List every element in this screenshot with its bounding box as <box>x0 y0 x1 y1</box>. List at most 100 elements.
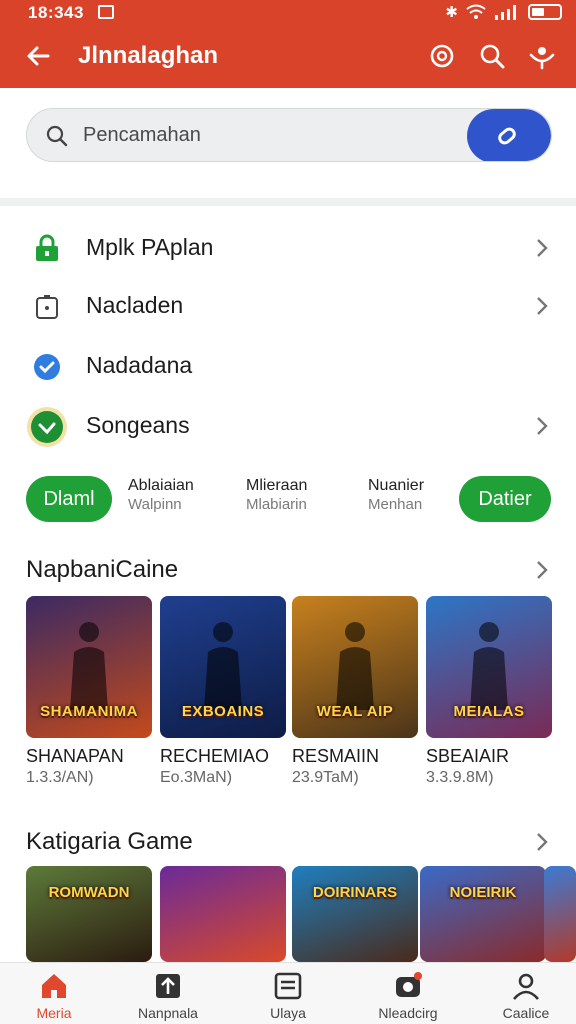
nav-item-upload[interactable]: Nanpnala <box>120 963 216 1024</box>
search-icon[interactable] <box>476 40 508 72</box>
filter-stat-1[interactable]: Ablaiaian Walpinn <box>128 476 194 514</box>
library-icon <box>274 972 302 1000</box>
bottom-navigation: Meria Nanpnala Ulaya Nleadcirg Caalice <box>0 962 576 1024</box>
page-title: Jlnnalaghan <box>78 42 219 69</box>
game-size: 1.3.3/AN) <box>26 769 94 786</box>
account-icon[interactable] <box>526 40 558 72</box>
filter-chip-left[interactable]: Dlaml <box>26 476 112 522</box>
upload-icon <box>156 974 180 998</box>
chevron-right-icon[interactable] <box>534 830 550 854</box>
game-size: 3.3.9.8M) <box>426 769 494 786</box>
stat-label: Mlieraan <box>246 477 308 494</box>
game-art-title: MEIALAS <box>453 703 525 720</box>
stat-sublabel: Menhan <box>368 496 423 513</box>
game-art-figure <box>470 622 508 710</box>
game-size: Eo.3MaN) <box>160 769 233 786</box>
menu-item-2[interactable]: Nacladen <box>0 278 576 334</box>
verified-icon <box>34 354 60 380</box>
notification-icon <box>98 5 114 19</box>
game-name: RESMAIIN <box>292 746 380 766</box>
game-card[interactable]: SHAMANIMA SHANAPAN 1.3.3/AN) <box>26 596 152 787</box>
nav-label: Ulaya <box>270 1005 306 1021</box>
game-thumbnail[interactable]: EXBOAINS <box>160 596 286 738</box>
section-title: Katigaria Game <box>26 828 193 855</box>
app-bar: Jlnnalaghan <box>0 26 576 88</box>
search-field-icon <box>46 125 68 147</box>
app-screen: 18:343 ✱ Jlnnalaghan Pencamahan Mplk PAp… <box>0 0 576 1024</box>
filter-chip-right[interactable]: Datier <box>459 476 551 522</box>
game-card[interactable]: MEIALAS SBEAIAIR 3.3.9.8M) <box>426 596 552 787</box>
game-card[interactable]: ROMWADN <box>26 866 152 962</box>
game-name: RECHEMIAO <box>160 746 270 766</box>
scan-icon[interactable] <box>426 40 458 72</box>
search-placeholder: Pencamahan <box>83 124 201 146</box>
game-name: SBEAIAIR <box>426 746 510 766</box>
nav-item-profile[interactable]: Caalice <box>478 963 574 1024</box>
nav-label: Caalice <box>502 1005 550 1021</box>
menu-item-label: Nadadana <box>86 352 193 378</box>
menu-item-label: Songeans <box>86 412 190 438</box>
game-thumbnail[interactable]: SHAMANIMA <box>26 596 152 738</box>
bluetooth-icon: ✱ <box>445 4 458 21</box>
game-name: SHANAPAN <box>26 746 124 766</box>
menu-item-1[interactable]: Mplk PAplan <box>0 220 576 276</box>
search-input[interactable]: Pencamahan <box>26 108 552 162</box>
game-card[interactable]: NOIEIRIK <box>420 866 546 962</box>
game-art-figure <box>204 622 242 710</box>
filter-chips: Dlaml Ablaiaian Walpinn Mlieraan Mlabiar… <box>0 472 576 528</box>
filter-stat-2[interactable]: Mlieraan Mlabiarin <box>246 476 307 514</box>
status-time: 18:343 <box>28 3 84 22</box>
profile-icon <box>513 973 539 1000</box>
filter-stat-3[interactable]: Nuanier Menhan <box>368 476 424 514</box>
status-bar: 18:343 ✱ <box>0 0 576 26</box>
game-art-figure <box>336 622 374 710</box>
game-art-title: DOIRINARS <box>312 884 398 901</box>
tag-icon <box>498 127 516 145</box>
stat-label: Nuanier <box>368 477 425 494</box>
game-art-title: EXBOAINS <box>181 703 265 720</box>
battery-icon <box>528 4 562 20</box>
stat-sublabel: Walpinn <box>128 496 182 513</box>
chevron-right-icon <box>537 239 548 257</box>
nav-label: Nleadcirg <box>378 1005 438 1021</box>
wifi-icon <box>466 4 486 19</box>
game-card-partial[interactable] <box>544 866 576 962</box>
game-card[interactable]: DOIRINARS <box>292 866 418 962</box>
stat-label: Ablaiaian <box>128 477 194 494</box>
game-size: 23.9TaM) <box>292 769 359 786</box>
chevron-right-icon <box>537 417 548 435</box>
game-art-title: ROMWADN <box>48 884 130 901</box>
nav-label: Meria <box>36 1005 72 1021</box>
game-art-title: SHAMANIMA <box>40 703 138 720</box>
menu-item-4[interactable]: Songeans <box>0 398 576 454</box>
game-card[interactable]: WEAL AIP RESMAIIN 23.9TaM) <box>292 596 418 787</box>
search-submit-button[interactable] <box>467 109 551 161</box>
stat-sublabel: Mlabiarin <box>246 496 307 513</box>
nav-item-camera[interactable]: Nleadcirg <box>360 963 456 1024</box>
timer-icon <box>36 295 58 319</box>
game-art-figure <box>70 622 108 710</box>
menu-item-label: Nacladen <box>86 292 184 318</box>
nav-item-home[interactable]: Meria <box>6 963 102 1024</box>
chevron-right-icon <box>537 297 548 315</box>
section-title: NapbaniCaine <box>26 556 179 583</box>
search-section: Pencamahan <box>0 88 576 200</box>
section-divider <box>0 198 576 206</box>
lock-icon <box>36 234 58 261</box>
camera-icon <box>396 972 422 997</box>
game-card[interactable]: EXBOAINS RECHEMIAO Eo.3MaN) <box>160 596 286 787</box>
game-thumbnail[interactable]: WEAL AIP <box>292 596 418 738</box>
game-card[interactable] <box>160 866 286 962</box>
back-arrow-icon[interactable] <box>22 40 54 72</box>
chevron-right-icon[interactable] <box>534 558 550 582</box>
signal-icon <box>495 5 516 20</box>
game-art-title: NOIEIRIK <box>449 884 517 901</box>
check-circle-icon <box>27 407 67 447</box>
game-thumbnail[interactable]: MEIALAS <box>426 596 552 738</box>
top-bar: 18:343 ✱ Jlnnalaghan <box>0 0 576 88</box>
menu-item-3[interactable]: Nadadana <box>0 338 576 394</box>
game-art-title: WEAL AIP <box>316 703 394 720</box>
home-icon <box>42 974 66 998</box>
status-indicators: ✱ <box>445 3 562 21</box>
nav-item-library[interactable]: Ulaya <box>240 963 336 1024</box>
